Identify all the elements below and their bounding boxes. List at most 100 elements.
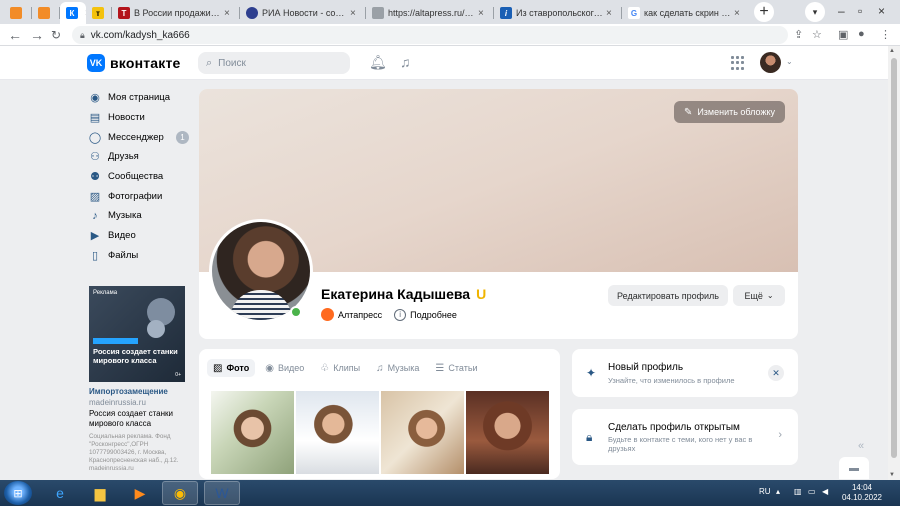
- edit-profile-button[interactable]: Редактировать профиль: [608, 285, 728, 306]
- tab-clips[interactable]: ♧ Клипы: [314, 359, 366, 377]
- battery-icon[interactable]: ▭: [808, 487, 816, 496]
- chat-button[interactable]: ▬: [839, 457, 869, 479]
- sail-favicon-icon: [38, 7, 50, 19]
- close-tab-icon[interactable]: ×: [224, 8, 234, 19]
- collapse-sidebar-icon[interactable]: «: [858, 440, 864, 452]
- ad-banner-strip: [93, 338, 138, 344]
- widget-title: Сделать профиль открытым: [608, 422, 740, 433]
- sidebar-item-video[interactable]: ▶ Видео: [89, 226, 189, 246]
- browser-tab[interactable]: https://altapress.ru/сpa ×: [366, 2, 494, 24]
- sidebar-item-music[interactable]: ♪ Музыка: [89, 206, 189, 226]
- network-icon[interactable]: ▥: [794, 487, 802, 496]
- search-icon: ⌕: [206, 56, 213, 69]
- search-placeholder: Поиск: [218, 57, 246, 69]
- scroll-down-icon[interactable]: ▼: [889, 472, 895, 478]
- sidebar-item-photos[interactable]: ▨ Фотографии: [89, 186, 189, 206]
- clips-icon: ♧: [320, 362, 330, 374]
- sidebar-item-messenger[interactable]: ◯ Мессенджер 1: [89, 127, 189, 147]
- photo-thumbnail[interactable]: [381, 391, 464, 474]
- tab-label: Музыка: [387, 363, 420, 373]
- unread-count-badge: 1: [176, 130, 189, 144]
- browser-tab[interactable]: РИА Новости - событи ×: [240, 2, 366, 24]
- close-tab-icon[interactable]: ×: [478, 8, 488, 19]
- tab-articles[interactable]: ☰ Статьи: [429, 359, 483, 377]
- scrollbar-thumb[interactable]: [891, 58, 897, 458]
- close-tab-icon[interactable]: ×: [350, 8, 360, 19]
- menu-icon[interactable]: ⋮: [880, 28, 891, 41]
- sidebar-item-my-page[interactable]: ◉ Моя страница: [89, 88, 189, 108]
- close-tab-icon[interactable]: ×: [734, 8, 744, 19]
- volume-icon[interactable]: ◀: [822, 487, 828, 496]
- tab-photo[interactable]: ▨ Фото: [207, 359, 256, 377]
- side-panel-icon[interactable]: ▣: [838, 28, 848, 41]
- i-favicon-icon: i: [500, 7, 512, 19]
- internet-explorer-icon[interactable]: e: [42, 481, 78, 505]
- minimize-icon[interactable]: –: [838, 4, 845, 18]
- ad-title[interactable]: Импортозамещение: [89, 387, 186, 396]
- verified-badge-icon[interactable]: U: [476, 286, 486, 302]
- expand-tray-icon[interactable]: ▴: [776, 487, 780, 496]
- bookmark-star-icon[interactable]: ☆: [812, 28, 822, 41]
- new-profile-widget[interactable]: ✦ Новый профиль Узнайте, что изменилось …: [572, 349, 798, 397]
- close-icon[interactable]: ✕: [768, 365, 784, 381]
- ad-block[interactable]: Реклама Россия создает станки мирового к…: [89, 286, 186, 473]
- change-cover-button[interactable]: ✎ Изменить обложку: [673, 101, 785, 123]
- media-tabs: ▨ Фото ◉ Видео ♧ Клипы ♫ Музыка ☰ Статьи: [207, 359, 488, 377]
- sidebar-item-communities[interactable]: ⚉ Сообщества: [89, 167, 189, 187]
- chevron-down-icon[interactable]: ⌄: [786, 57, 793, 66]
- close-tab-icon[interactable]: ×: [606, 8, 616, 19]
- tab-video[interactable]: ◉ Видео: [259, 359, 310, 377]
- lock-icon[interactable]: 🔒︎: [80, 30, 85, 41]
- ad-site[interactable]: madeinrussia.ru: [89, 398, 186, 407]
- file-explorer-icon[interactable]: ▆: [82, 481, 118, 505]
- sidebar-item-files[interactable]: ▯ Файлы: [89, 246, 189, 266]
- more-button[interactable]: Ещё ⌄: [733, 285, 785, 306]
- tab-music[interactable]: ♫ Музыка: [370, 359, 425, 377]
- browser-tab[interactable]: T В России продажи усп ×: [112, 2, 240, 24]
- notifications-bell-icon[interactable]: 🔔︎: [369, 54, 387, 71]
- communities-icon: ⚉: [90, 171, 100, 184]
- vk-logo[interactable]: VK вконтакте: [87, 54, 181, 72]
- scroll-up-icon[interactable]: ▲: [889, 48, 895, 54]
- chat-bubble-icon: ▬: [849, 462, 859, 474]
- sidebar-item-news[interactable]: ▤ Новости: [89, 108, 189, 128]
- media-player-icon[interactable]: ▶: [122, 481, 158, 505]
- browser-tab[interactable]: т: [86, 2, 112, 24]
- open-profile-widget[interactable]: 🔒︎ Сделать профиль открытым Будьте в кон…: [572, 409, 798, 465]
- new-tab-button[interactable]: +: [754, 2, 774, 22]
- reload-icon[interactable]: ↻: [51, 27, 61, 43]
- header-avatar[interactable]: [760, 52, 781, 73]
- browser-tab[interactable]: i Из ставропольского ба ×: [494, 2, 622, 24]
- profile-icon[interactable]: ●: [858, 28, 865, 40]
- browser-tab[interactable]: [32, 2, 60, 24]
- ad-image[interactable]: Реклама Россия создает станки мирового к…: [89, 286, 185, 382]
- maximize-icon[interactable]: ▫: [858, 4, 862, 18]
- word-icon[interactable]: W: [204, 481, 240, 505]
- address-bar[interactable]: 🔒︎ vk.com/kadysh_ka666: [72, 26, 788, 44]
- chrome-icon[interactable]: ◉: [162, 481, 198, 505]
- language-indicator[interactable]: RU: [759, 487, 771, 496]
- start-button[interactable]: ⊞: [4, 481, 32, 505]
- browser-tab[interactable]: G как сделать скрин экра ×: [622, 2, 750, 24]
- photo-thumbnail[interactable]: [466, 391, 549, 474]
- search-input[interactable]: ⌕ Поиск: [198, 52, 350, 74]
- photo-thumbnail[interactable]: [211, 391, 294, 474]
- close-window-icon[interactable]: ×: [878, 4, 885, 18]
- browser-tab-active[interactable]: К ×: [60, 2, 86, 24]
- apps-grid-icon[interactable]: [731, 56, 745, 70]
- back-icon[interactable]: ←: [8, 27, 22, 43]
- share-icon[interactable]: ⇪: [794, 28, 803, 41]
- details-link[interactable]: Подробнее: [410, 310, 457, 320]
- age-rating: 0+: [175, 372, 181, 378]
- photo-thumbnail[interactable]: [296, 391, 379, 474]
- clock[interactable]: 14:04 04.10.2022: [838, 483, 886, 503]
- forward-icon[interactable]: →: [30, 27, 44, 43]
- music-icon: ♪: [92, 209, 98, 222]
- info-icon: i: [394, 308, 407, 321]
- ad-image-headline: Россия создает станки мирового класса: [93, 347, 178, 365]
- organization-link[interactable]: Алтапресс: [338, 310, 382, 320]
- music-player-icon[interactable]: ♫: [400, 54, 411, 70]
- browser-tab[interactable]: [4, 2, 32, 24]
- tab-search-button[interactable]: ▾: [805, 2, 825, 22]
- sidebar-item-friends[interactable]: ⚇ Друзья: [89, 147, 189, 167]
